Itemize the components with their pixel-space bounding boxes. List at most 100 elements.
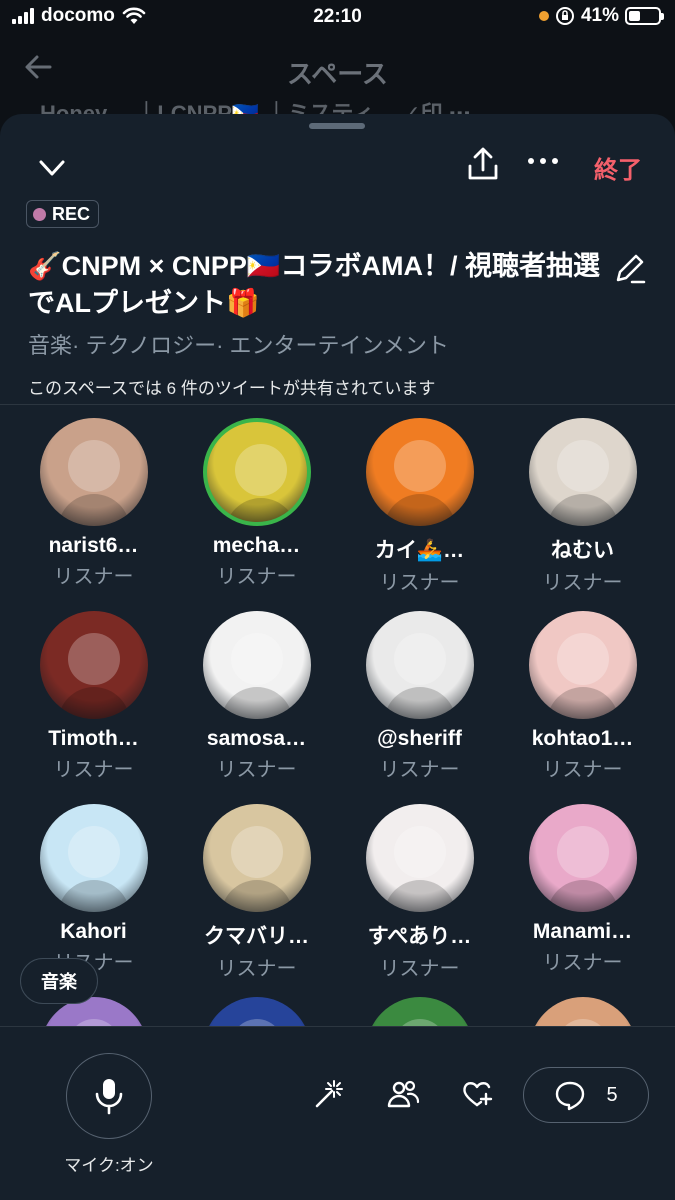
status-right: 41% bbox=[538, 5, 664, 27]
listener-cell[interactable]: ねむい リスナー bbox=[501, 418, 664, 595]
avatar-body bbox=[224, 498, 297, 522]
avatar[interactable] bbox=[528, 418, 637, 526]
avatar-figure bbox=[67, 440, 120, 492]
battery-percent: 41% bbox=[580, 5, 619, 26]
space-sheet: 終了 REC 🎸CNPM × CNPP🇵🇭コラボAMA！/ 視聴者抽選でALプレ… bbox=[0, 114, 675, 1200]
avatar-body bbox=[383, 494, 456, 526]
listener-cell[interactable]: narist6… リスナー bbox=[12, 418, 175, 589]
listener-name: Kahori bbox=[60, 920, 127, 943]
avatar[interactable] bbox=[365, 804, 474, 912]
heart-plus-icon[interactable] bbox=[460, 1077, 494, 1111]
listener-name: Timoth… bbox=[48, 727, 139, 750]
listener-cell[interactable]: Timoth… リスナー bbox=[12, 611, 175, 782]
bottom-bar: マイク:オン 5 bbox=[0, 1027, 675, 1200]
avatar[interactable] bbox=[202, 418, 311, 526]
avatar-figure bbox=[230, 633, 283, 685]
avatar[interactable] bbox=[39, 418, 148, 526]
avatar-figure bbox=[556, 440, 609, 492]
avatar-body bbox=[57, 687, 130, 719]
avatar-figure bbox=[393, 826, 446, 878]
listener-name: mecha… bbox=[212, 534, 301, 557]
listener-name: すぺあり… bbox=[367, 925, 472, 948]
battery-icon bbox=[625, 7, 664, 25]
listener-role: リスナー bbox=[542, 572, 623, 594]
avatar-body bbox=[383, 687, 456, 719]
avatar-figure bbox=[393, 440, 446, 492]
listener-role: リスナー bbox=[216, 958, 297, 980]
status-bar: docomo 22:10 41% bbox=[0, 0, 675, 36]
mic-label: マイク:オン bbox=[64, 1156, 154, 1175]
divider bbox=[0, 404, 675, 405]
topic-chip-music[interactable]: 音楽 bbox=[20, 958, 98, 1004]
listener-cell[interactable]: @sheriff リスナー bbox=[338, 611, 501, 782]
listener-role: リスナー bbox=[379, 572, 460, 594]
avatar-body bbox=[220, 687, 293, 719]
share-icon[interactable] bbox=[464, 146, 502, 184]
space-topics: 音楽· テクノロジー· エンターテインメント bbox=[28, 333, 449, 358]
avatar-figure bbox=[230, 826, 283, 878]
listener-cell[interactable]: samosa… リスナー bbox=[175, 611, 338, 782]
avatar-body bbox=[220, 880, 293, 912]
avatar-body bbox=[546, 494, 619, 526]
listener-cell[interactable]: Kahori リスナー bbox=[12, 804, 175, 975]
more-options-icon[interactable] bbox=[528, 158, 558, 164]
space-title: 🎸CNPM × CNPP🇵🇭コラボAMA！/ 視聴者抽選でALプレゼント🎁 bbox=[28, 251, 601, 318]
listener-name: カイ🚣‍… bbox=[374, 539, 465, 562]
avatar[interactable] bbox=[365, 418, 474, 526]
listener-cell[interactable]: Manami… リスナー bbox=[501, 804, 664, 975]
avatar[interactable] bbox=[202, 611, 311, 719]
orientation-lock-icon bbox=[555, 7, 574, 25]
avatar[interactable] bbox=[528, 611, 637, 719]
listener-cell[interactable]: カイ🚣‍… リスナー bbox=[338, 418, 501, 595]
listener-role: リスナー bbox=[216, 759, 297, 781]
avatar[interactable] bbox=[39, 611, 148, 719]
listener-role: リスナー bbox=[216, 566, 297, 588]
listener-name: ねむい bbox=[551, 539, 614, 562]
listener-name: narist6… bbox=[48, 534, 139, 557]
listener-cell[interactable]: クマバリ… リスナー bbox=[175, 804, 338, 981]
listener-name: samosa… bbox=[206, 727, 307, 750]
listener-role: リスナー bbox=[379, 958, 460, 980]
avatar[interactable] bbox=[528, 804, 637, 912]
listener-name: kohtao1… bbox=[531, 727, 634, 750]
avatar-body bbox=[57, 880, 130, 912]
avatar[interactable] bbox=[39, 804, 148, 912]
mic-button[interactable] bbox=[66, 1053, 152, 1139]
people-icon[interactable] bbox=[386, 1077, 420, 1111]
avatar-figure bbox=[556, 826, 609, 878]
listener-name: Manami… bbox=[532, 920, 633, 943]
avatar[interactable] bbox=[202, 804, 311, 912]
listener-name: クマバリ… bbox=[204, 925, 309, 948]
avatar-figure bbox=[234, 444, 287, 496]
listener-name: @sheriff bbox=[377, 727, 462, 750]
end-space-button[interactable]: 終了 bbox=[594, 150, 642, 185]
avatar-body bbox=[383, 880, 456, 912]
listener-role: リスナー bbox=[53, 566, 134, 588]
listener-role: リスナー bbox=[379, 759, 460, 781]
rec-badge: REC bbox=[26, 200, 100, 228]
avatar-figure bbox=[67, 826, 120, 878]
mic-indicator-dot bbox=[538, 11, 549, 21]
avatar-figure bbox=[67, 633, 120, 685]
listener-cell[interactable]: すぺあり… リスナー bbox=[338, 804, 501, 981]
sheet-grabber[interactable] bbox=[309, 123, 365, 129]
background-title: スペース bbox=[287, 59, 388, 89]
avatar-body bbox=[546, 880, 619, 912]
edit-icon[interactable] bbox=[612, 250, 648, 286]
chevron-down-icon[interactable] bbox=[34, 150, 70, 186]
comments-button[interactable]: 5 bbox=[523, 1067, 649, 1123]
avatar[interactable] bbox=[365, 611, 474, 719]
rec-label: REC bbox=[52, 203, 91, 224]
magic-wand-icon[interactable] bbox=[312, 1077, 346, 1111]
listener-role: リスナー bbox=[542, 759, 623, 781]
avatar-figure bbox=[556, 633, 609, 685]
comments-count: 5 bbox=[606, 1083, 618, 1106]
avatar-figure bbox=[393, 633, 446, 685]
shared-tweets-notice[interactable]: このスペースでは 6 件のツイートが共有されています bbox=[28, 374, 435, 399]
listener-cell[interactable]: kohtao1… リスナー bbox=[501, 611, 664, 782]
listener-cell[interactable]: mecha… リスナー bbox=[175, 418, 338, 589]
background-header: スペース bbox=[0, 40, 675, 100]
avatar-body bbox=[546, 687, 619, 719]
listener-role: リスナー bbox=[53, 759, 134, 781]
listener-role: リスナー bbox=[542, 952, 623, 974]
